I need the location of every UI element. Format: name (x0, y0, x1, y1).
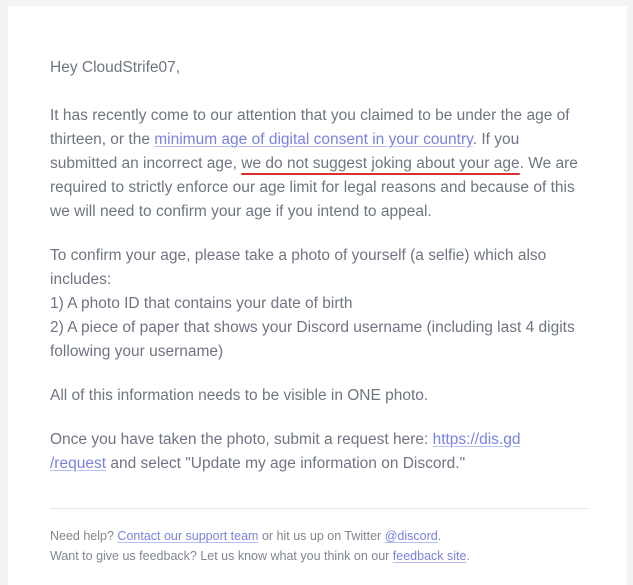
text-segment: . (438, 529, 441, 543)
body-paragraph-3: All of this information needs to be visi… (50, 384, 589, 408)
body-paragraph-2: To confirm your age, please take a photo… (50, 244, 589, 364)
requirement-item-1: 1) A photo ID that contains your date of… (50, 295, 352, 312)
footer-line-2: Want to give us feedback? Let us know wh… (50, 547, 589, 566)
text-segment: . (466, 549, 469, 563)
email-card: Hey CloudStrife07, It has recently come … (8, 6, 627, 585)
text-segment: Want to give us feedback? Let us know wh… (50, 549, 393, 563)
text-segment: Need help? (50, 529, 117, 543)
text-segment: Once you have taken the photo, submit a … (50, 431, 433, 448)
body-paragraph-4: Once you have taken the photo, submit a … (50, 428, 589, 476)
min-age-link[interactable]: minimum age of digital consent in your c… (154, 131, 472, 148)
greeting-line: Hey CloudStrife07, (50, 56, 589, 80)
divider (50, 508, 589, 509)
twitter-link[interactable]: @discord (385, 529, 438, 543)
footer-line-1: Need help? Contact our support team or h… (50, 527, 589, 546)
email-footer: Need help? Contact our support team or h… (50, 527, 589, 566)
emphasized-joke-warning: we do not suggest joking about your age (241, 155, 519, 172)
text-segment: To confirm your age, please take a photo… (50, 247, 546, 288)
support-link[interactable]: Contact our support team (117, 529, 258, 543)
feedback-link[interactable]: feedback site (393, 549, 467, 563)
link-part: https://dis.gd (433, 431, 521, 448)
text-segment: and select "Update my age information on… (106, 455, 465, 472)
link-part: /request (50, 455, 106, 472)
requirement-item-2: 2) A piece of paper that shows your Disc… (50, 319, 575, 360)
body-paragraph-1: It has recently come to our attention th… (50, 104, 589, 224)
text-segment: or hit us up on Twitter (258, 529, 384, 543)
